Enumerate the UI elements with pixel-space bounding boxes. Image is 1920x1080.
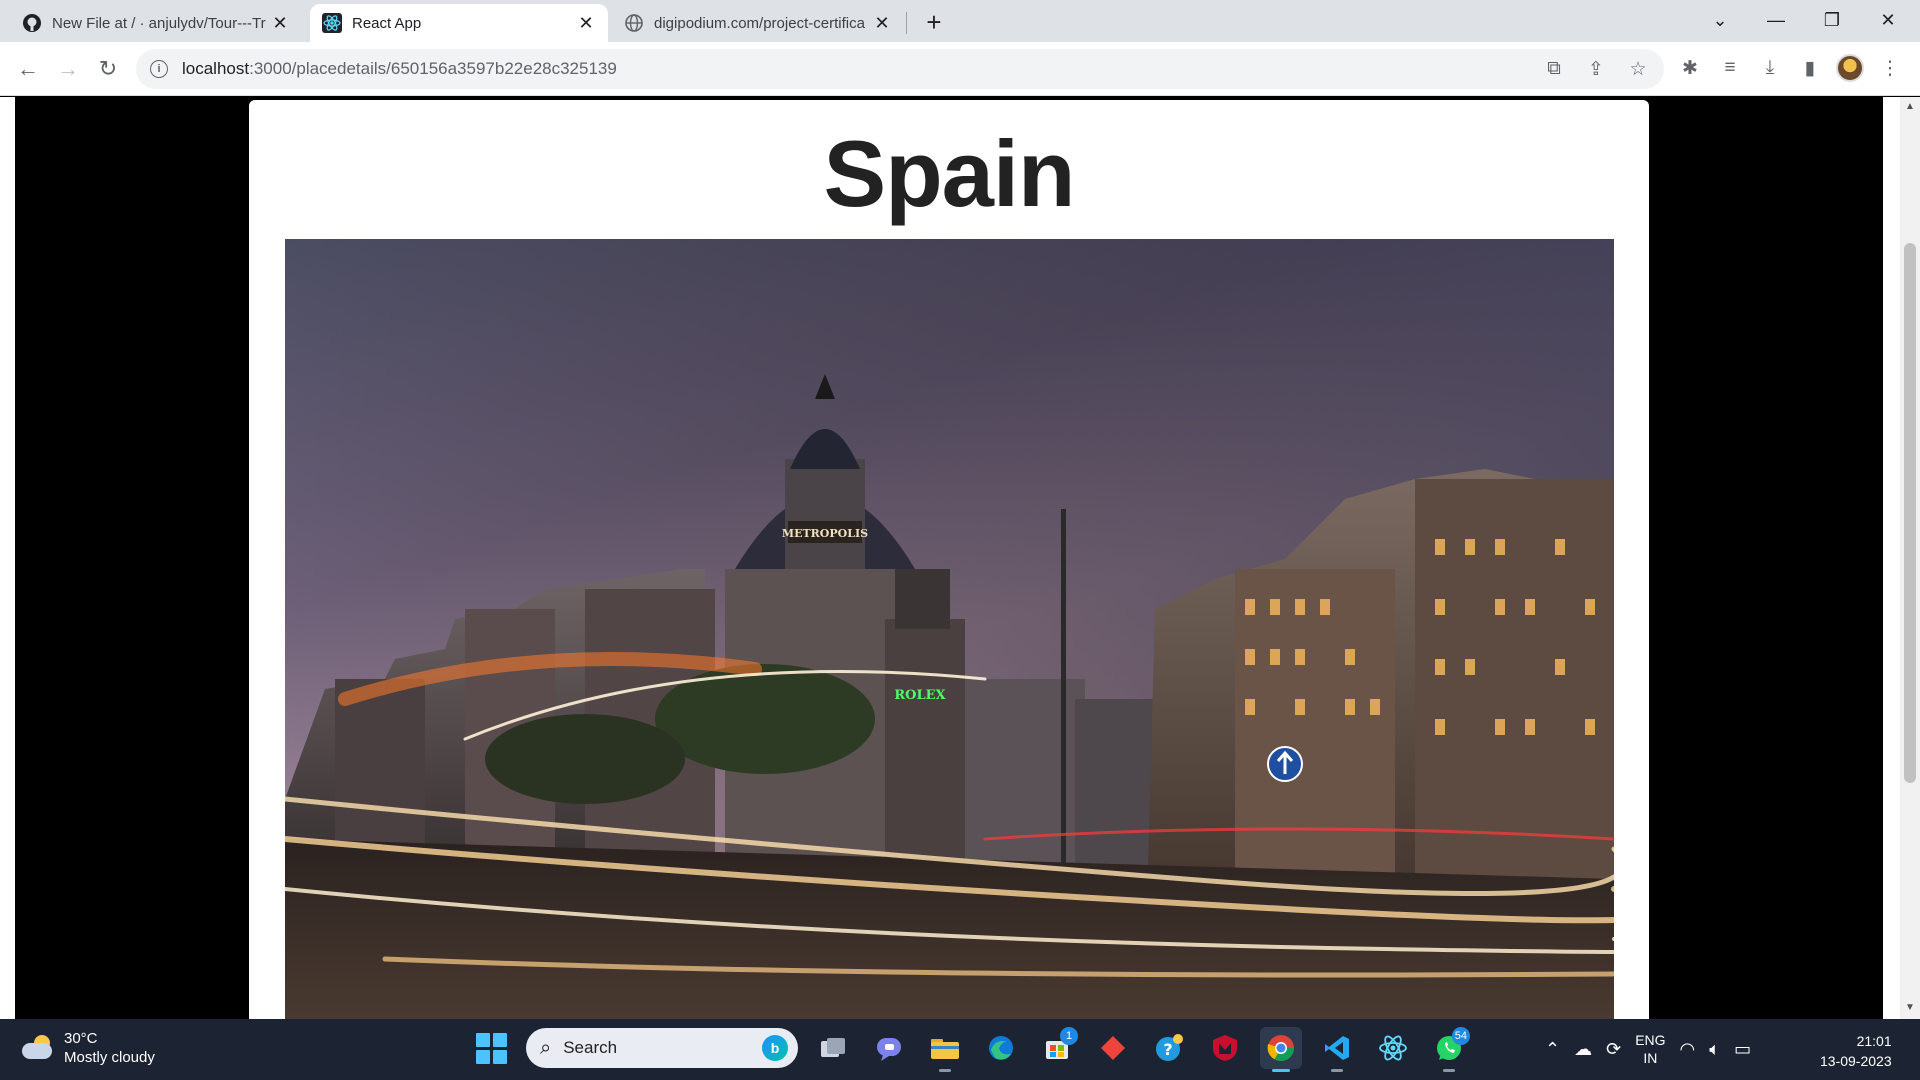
url-text[interactable]: localhost:3000/placedetails/650156a3597b… bbox=[182, 59, 617, 79]
omnibox-actions: ⧉ ⇪ ☆ bbox=[1540, 55, 1652, 83]
language-indicator[interactable]: ENG IN bbox=[1635, 1031, 1665, 1067]
address-bar[interactable]: i localhost:3000/placedetails/650156a359… bbox=[136, 49, 1664, 89]
place-title: Spain bbox=[823, 121, 1076, 226]
tab-title: React App bbox=[352, 14, 422, 32]
site-info-icon[interactable]: i bbox=[150, 60, 168, 78]
tab-react-app[interactable]: React App ✕ bbox=[310, 4, 608, 42]
help-assistant-icon[interactable]: ? bbox=[1148, 1027, 1190, 1069]
task-view-icon[interactable] bbox=[812, 1027, 854, 1069]
search-placeholder: Search bbox=[563, 1038, 618, 1057]
close-window-button[interactable]: ✕ bbox=[1860, 0, 1916, 40]
store-badge: 1 bbox=[1060, 1027, 1078, 1045]
profile-avatar[interactable] bbox=[1836, 54, 1864, 82]
close-tab-icon[interactable]: ✕ bbox=[270, 13, 290, 33]
onedrive-cloud-icon[interactable]: ☁ bbox=[1574, 1039, 1592, 1060]
weather-text: 30°C Mostly cloudy bbox=[64, 1029, 155, 1067]
tab-title: digipodium.com/project-certifica bbox=[654, 14, 865, 32]
tab-search-chevron-down-icon[interactable]: ⌄ bbox=[1692, 0, 1748, 40]
github-icon bbox=[23, 14, 41, 32]
browser-toolbar: ← → ↻ i localhost:3000/placedetails/6501… bbox=[0, 42, 1920, 96]
microsoft-store-icon[interactable]: 1 bbox=[1036, 1027, 1078, 1069]
taskbar-clock[interactable]: 21:01 13-09-2023 bbox=[1820, 1031, 1892, 1071]
open-in-app-icon[interactable]: ⧉ bbox=[1540, 55, 1568, 83]
chrome-browser-icon[interactable] bbox=[1260, 1027, 1302, 1072]
media-queue-icon[interactable]: ≡ bbox=[1716, 54, 1744, 82]
partly-cloudy-icon bbox=[20, 1033, 54, 1063]
metropolis-sign: METROPOLIS bbox=[782, 527, 868, 540]
restore-button[interactable]: ❐ bbox=[1804, 0, 1860, 40]
page-viewport: Spain METROPOLIS ROLEX ▲ ▼ bbox=[0, 97, 1920, 1019]
scrollbar-thumb[interactable] bbox=[1904, 243, 1916, 783]
react-icon bbox=[322, 13, 342, 33]
anydesk-icon[interactable] bbox=[1092, 1027, 1134, 1069]
file-explorer-icon[interactable] bbox=[924, 1027, 966, 1072]
new-tab-button[interactable]: + bbox=[920, 7, 948, 37]
url-path: :3000/placedetails/650156a3597b22e28c325… bbox=[249, 59, 617, 78]
tab-digipodium[interactable]: digipodium.com/project-certifica ✕ bbox=[612, 4, 904, 42]
system-tray: ⌃ ☁ ⟳ ENG IN ◠ 🔈︎ ▭ bbox=[1545, 1031, 1751, 1067]
clock-date: 13-09-2023 bbox=[1820, 1053, 1892, 1069]
rolex-sign: ROLEX bbox=[894, 688, 946, 703]
tab-github[interactable]: New File at / · anjulydv/Tour---Tr ✕ bbox=[10, 4, 302, 42]
toolbar-actions: ✱ ≡ ⤓ ▮ ⋮ bbox=[1676, 54, 1904, 82]
volume-icon[interactable]: 🔈︎ bbox=[1709, 1039, 1720, 1060]
taskbar-apps: ⌕ Search b 1 ? 54 bbox=[470, 1027, 1470, 1072]
windows-start-icon[interactable] bbox=[470, 1027, 512, 1069]
close-tab-icon[interactable]: ✕ bbox=[872, 13, 892, 33]
react-devtools-icon[interactable] bbox=[1372, 1027, 1414, 1069]
extensions-puzzle-icon[interactable]: ✱ bbox=[1676, 54, 1704, 82]
bookmark-star-icon[interactable]: ☆ bbox=[1624, 55, 1652, 83]
wifi-icon[interactable]: ◠ bbox=[1680, 1039, 1696, 1060]
place-details-card: Spain METROPOLIS ROLEX bbox=[249, 100, 1649, 1019]
mcafee-shield-icon[interactable] bbox=[1204, 1027, 1246, 1069]
place-photo: METROPOLIS ROLEX bbox=[285, 239, 1614, 1019]
teams-chat-icon[interactable] bbox=[868, 1027, 910, 1069]
browser-tabstrip: New File at / · anjulydv/Tour---Tr ✕ Rea… bbox=[0, 0, 1920, 42]
minimize-button[interactable]: — bbox=[1748, 0, 1804, 40]
edge-browser-icon[interactable] bbox=[980, 1027, 1022, 1069]
search-icon: ⌕ bbox=[540, 1036, 552, 1059]
taskbar-search[interactable]: ⌕ Search b bbox=[526, 1028, 798, 1068]
region-code: IN bbox=[1643, 1050, 1658, 1066]
whatsapp-badge: 54 bbox=[1451, 1027, 1470, 1045]
battery-icon[interactable]: ▭ bbox=[1734, 1039, 1751, 1060]
reload-icon[interactable]: ↻ bbox=[92, 53, 124, 85]
download-icon[interactable]: ⤓ bbox=[1756, 54, 1784, 82]
scroll-up-arrow-icon[interactable]: ▲ bbox=[1904, 101, 1916, 113]
share-icon[interactable]: ⇪ bbox=[1582, 55, 1610, 83]
side-panel-icon[interactable]: ▮ bbox=[1796, 54, 1824, 82]
weather-widget[interactable]: 30°C Mostly cloudy bbox=[20, 1029, 155, 1067]
vscode-icon[interactable] bbox=[1316, 1027, 1358, 1072]
back-arrow-icon[interactable]: ← bbox=[12, 53, 44, 85]
scroll-down-arrow-icon[interactable]: ▼ bbox=[1904, 1002, 1916, 1014]
show-hidden-icons-chevron-up-icon[interactable]: ⌃ bbox=[1545, 1039, 1560, 1060]
tab-title: New File at / · anjulydv/Tour---Tr bbox=[52, 14, 266, 32]
sync-icon[interactable]: ⟳ bbox=[1606, 1039, 1621, 1060]
forward-arrow-icon[interactable]: → bbox=[52, 53, 84, 85]
close-tab-icon[interactable]: ✕ bbox=[576, 13, 596, 33]
url-host: localhost bbox=[182, 59, 250, 78]
page-scrollbar[interactable]: ▲ ▼ bbox=[1900, 97, 1920, 1019]
more-menu-icon[interactable]: ⋮ bbox=[1876, 54, 1904, 82]
whatsapp-icon[interactable]: 54 bbox=[1428, 1027, 1470, 1072]
clock-time: 21:01 bbox=[1856, 1033, 1892, 1049]
weather-description: Mostly cloudy bbox=[64, 1049, 155, 1066]
madrid-street-photo: METROPOLIS ROLEX bbox=[285, 239, 1614, 1019]
tab-separator bbox=[906, 12, 907, 34]
windows-taskbar: 30°C Mostly cloudy ⌕ Search b 1 ? 54 ⌃ ☁… bbox=[0, 1019, 1920, 1080]
svg-text:?: ? bbox=[1163, 1040, 1172, 1059]
weather-temperature: 30°C bbox=[64, 1030, 98, 1047]
language-code: ENG bbox=[1635, 1032, 1666, 1048]
globe-icon bbox=[625, 14, 643, 32]
bing-icon[interactable]: b bbox=[762, 1035, 788, 1061]
